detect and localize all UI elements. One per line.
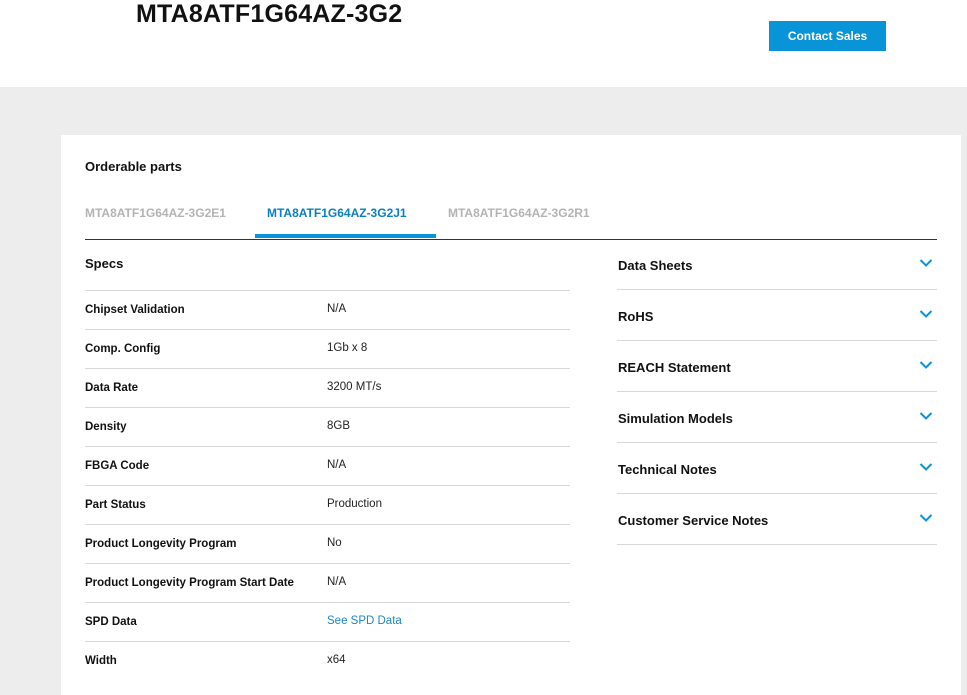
accordion-data-sheets[interactable]: Data Sheets xyxy=(617,239,937,290)
part-tabs: MTA8ATF1G64AZ-3G2E1 MTA8ATF1G64AZ-3G2J1 … xyxy=(85,197,937,240)
accordion-customer-service-notes[interactable]: Customer Service Notes xyxy=(617,494,937,545)
accordion-rohs[interactable]: RoHS xyxy=(617,290,937,341)
spec-row: Part Status Production xyxy=(85,486,570,525)
spec-row: Product Longevity Program Start Date N/A xyxy=(85,564,570,603)
accordion-technical-notes[interactable]: Technical Notes xyxy=(617,443,937,494)
spec-value: N/A xyxy=(327,459,347,471)
spec-row: Density 8GB xyxy=(85,408,570,447)
spec-label: Chipset Validation xyxy=(85,304,185,316)
page-title: MTA8ATF1G64AZ-3G2 xyxy=(136,0,403,28)
spec-row: SPD Data See SPD Data xyxy=(85,603,570,642)
documents-accordion: Data Sheets RoHS REACH Statement Simulat… xyxy=(617,239,937,545)
page-header: MTA8ATF1G64AZ-3G2 Contact Sales xyxy=(0,0,967,87)
chevron-down-icon[interactable] xyxy=(919,258,933,268)
section-title: Orderable parts xyxy=(85,159,182,174)
tab-3g2e1[interactable]: MTA8ATF1G64AZ-3G2E1 xyxy=(85,197,226,239)
spec-label: Product Longevity Program Start Date xyxy=(85,577,294,589)
chevron-down-icon[interactable] xyxy=(919,360,933,370)
spec-label: SPD Data xyxy=(85,616,137,628)
spec-label: Product Longevity Program xyxy=(85,538,237,550)
chevron-down-icon[interactable] xyxy=(919,309,933,319)
accordion-simulation-models[interactable]: Simulation Models xyxy=(617,392,937,443)
tab-3g2r1[interactable]: MTA8ATF1G64AZ-3G2R1 xyxy=(448,197,590,239)
spec-row: Width x64 xyxy=(85,642,570,680)
accordion-label: REACH Statement xyxy=(618,360,731,375)
spec-label: FBGA Code xyxy=(85,460,150,472)
spec-value: N/A xyxy=(327,576,347,588)
tab-3g2j1[interactable]: MTA8ATF1G64AZ-3G2J1 xyxy=(267,197,407,239)
accordion-label: RoHS xyxy=(618,309,654,324)
accordion-label: Data Sheets xyxy=(618,258,693,273)
spec-value: 3200 MT/s xyxy=(327,381,382,393)
spec-label: Comp. Config xyxy=(85,343,161,355)
accordion-label: Simulation Models xyxy=(618,411,733,426)
specs-heading: Specs xyxy=(85,239,570,291)
accordion-reach-statement[interactable]: REACH Statement xyxy=(617,341,937,392)
spec-row: Comp. Config 1Gb x 8 xyxy=(85,330,570,369)
spec-value: Production xyxy=(327,498,382,510)
see-spd-data-link[interactable]: See SPD Data xyxy=(327,615,402,627)
spec-value: No xyxy=(327,537,342,549)
chevron-down-icon[interactable] xyxy=(919,411,933,421)
orderable-parts-card: Orderable parts MTA8ATF1G64AZ-3G2E1 MTA8… xyxy=(61,135,961,695)
spec-value: 1Gb x 8 xyxy=(327,342,368,354)
spec-label: Part Status xyxy=(85,499,146,511)
chevron-down-icon[interactable] xyxy=(919,462,933,472)
spec-row: Data Rate 3200 MT/s xyxy=(85,369,570,408)
spec-label: Width xyxy=(85,655,117,667)
spec-value: x64 xyxy=(327,654,346,666)
accordion-label: Technical Notes xyxy=(618,462,717,477)
spec-row: Chipset Validation N/A xyxy=(85,291,570,330)
spec-row: FBGA Code N/A xyxy=(85,447,570,486)
active-tab-indicator xyxy=(255,234,436,238)
spec-value: 8GB xyxy=(327,420,351,432)
spec-label: Density xyxy=(85,421,127,433)
chevron-down-icon[interactable] xyxy=(919,513,933,523)
spec-row: Product Longevity Program No xyxy=(85,525,570,564)
accordion-label: Customer Service Notes xyxy=(618,513,769,528)
contact-sales-button[interactable]: Contact Sales xyxy=(769,21,886,51)
spec-label: Data Rate xyxy=(85,382,139,394)
specs-table: Specs Chipset Validation N/A Comp. Confi… xyxy=(85,239,570,680)
spec-value: N/A xyxy=(327,303,347,315)
